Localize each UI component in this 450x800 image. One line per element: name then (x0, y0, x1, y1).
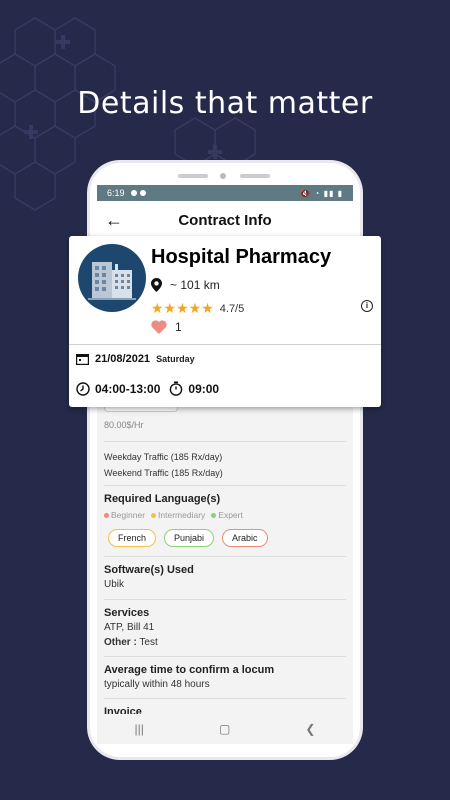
hourly-rate: 80.00$/Hr (104, 420, 144, 430)
clock-icon (76, 381, 90, 396)
language-chip-punjabi: Punjabi (164, 529, 215, 547)
status-time: 6:19 (107, 188, 125, 198)
contract-summary-card: Hospital Pharmacy ~ 101 km ★★★★★ 4.7/5 i… (69, 236, 381, 407)
services-label: Services (104, 607, 150, 619)
date-row: 21/08/2021 Saturday (76, 353, 195, 365)
hospital-building-icon (78, 244, 146, 312)
rating-value: 4.7/5 (219, 302, 245, 315)
legend-intermediary: Intermediary (151, 510, 205, 520)
weekday-traffic: Weekday Traffic (185 Rx/day) (104, 452, 223, 462)
back-nav-icon[interactable]: ❮ (305, 722, 315, 736)
likes-count: 1 (175, 320, 182, 334)
calendar-icon (76, 354, 89, 365)
recent-apps-icon[interactable]: ||| (135, 722, 144, 736)
app-bar: ← Contract Info (97, 201, 353, 239)
divider (104, 485, 346, 486)
android-nav-bar: ||| ▢ ❮ (97, 714, 353, 744)
status-icons: 🔇 ◔ ▮▮ ▮ (300, 188, 343, 198)
distance-value: ~ 101 km (170, 278, 220, 292)
likes-row: 1 (151, 320, 182, 334)
page-title: Contract Info (178, 211, 272, 229)
legend-beginner: Beginner (104, 510, 145, 520)
software-value: Ubik (104, 579, 125, 590)
pharmacy-name: Hospital Pharmacy (151, 246, 332, 268)
language-chip-french: French (108, 529, 157, 547)
software-label: Software(s) Used (104, 564, 194, 576)
intermediary-dot-icon (151, 513, 157, 518)
shift-date: 21/08/2021 (95, 353, 151, 365)
distance-row: ~ 101 km (151, 278, 220, 292)
divider (69, 344, 381, 345)
shift-hours: 04:00-13:00 (95, 381, 161, 396)
notification-icon (139, 190, 146, 196)
invoice-label: Invoice (104, 706, 142, 714)
headline: Details that matter (77, 86, 373, 121)
info-icon[interactable]: i (361, 300, 373, 312)
heart-icon[interactable] (151, 320, 167, 334)
shift-day: Saturday (156, 354, 195, 364)
beginner-dot-icon (104, 513, 109, 518)
avg-time-label: Average time to confirm a locum (104, 664, 275, 676)
languages-label: Required Language(s) (104, 493, 221, 505)
location-pin-icon (151, 278, 162, 292)
status-bar: 6:19 🔇 ◔ ▮▮ ▮ (97, 185, 353, 201)
phone-speaker (178, 174, 208, 178)
star-rating-icon: ★★★★★ (151, 300, 214, 316)
notification-icon (130, 190, 137, 196)
shift-duration: 09:00 (188, 381, 220, 396)
other-label: Other : (104, 637, 137, 648)
phone-camera (220, 173, 226, 179)
other-value: Test (139, 637, 158, 648)
avg-time-value: typically within 48 hours (104, 679, 210, 690)
divider (104, 656, 346, 657)
back-arrow-icon[interactable]: ← (105, 210, 135, 231)
language-chips: French Punjabi Arabic (108, 529, 350, 547)
phone-sensor (240, 174, 270, 178)
home-icon[interactable]: ▢ (219, 722, 230, 736)
rating-row: ★★★★★ 4.7/5 (151, 300, 244, 317)
divider (104, 441, 346, 442)
other-services: Other : Test (104, 637, 346, 648)
services-value: ATP, Bill 41 (104, 622, 155, 633)
divider (104, 599, 346, 600)
expert-dot-icon (211, 513, 217, 518)
language-chip-arabic: Arabic (222, 529, 268, 547)
divider (104, 698, 346, 699)
divider (104, 556, 346, 557)
legend-expert: Expert (211, 510, 243, 520)
language-level-legend: Beginner Intermediary Expert (104, 510, 346, 520)
time-row: 04:00-13:00 09:00 (76, 381, 219, 396)
stopwatch-icon (170, 381, 183, 396)
weekend-traffic: Weekend Traffic (185 Rx/day) (104, 468, 223, 478)
